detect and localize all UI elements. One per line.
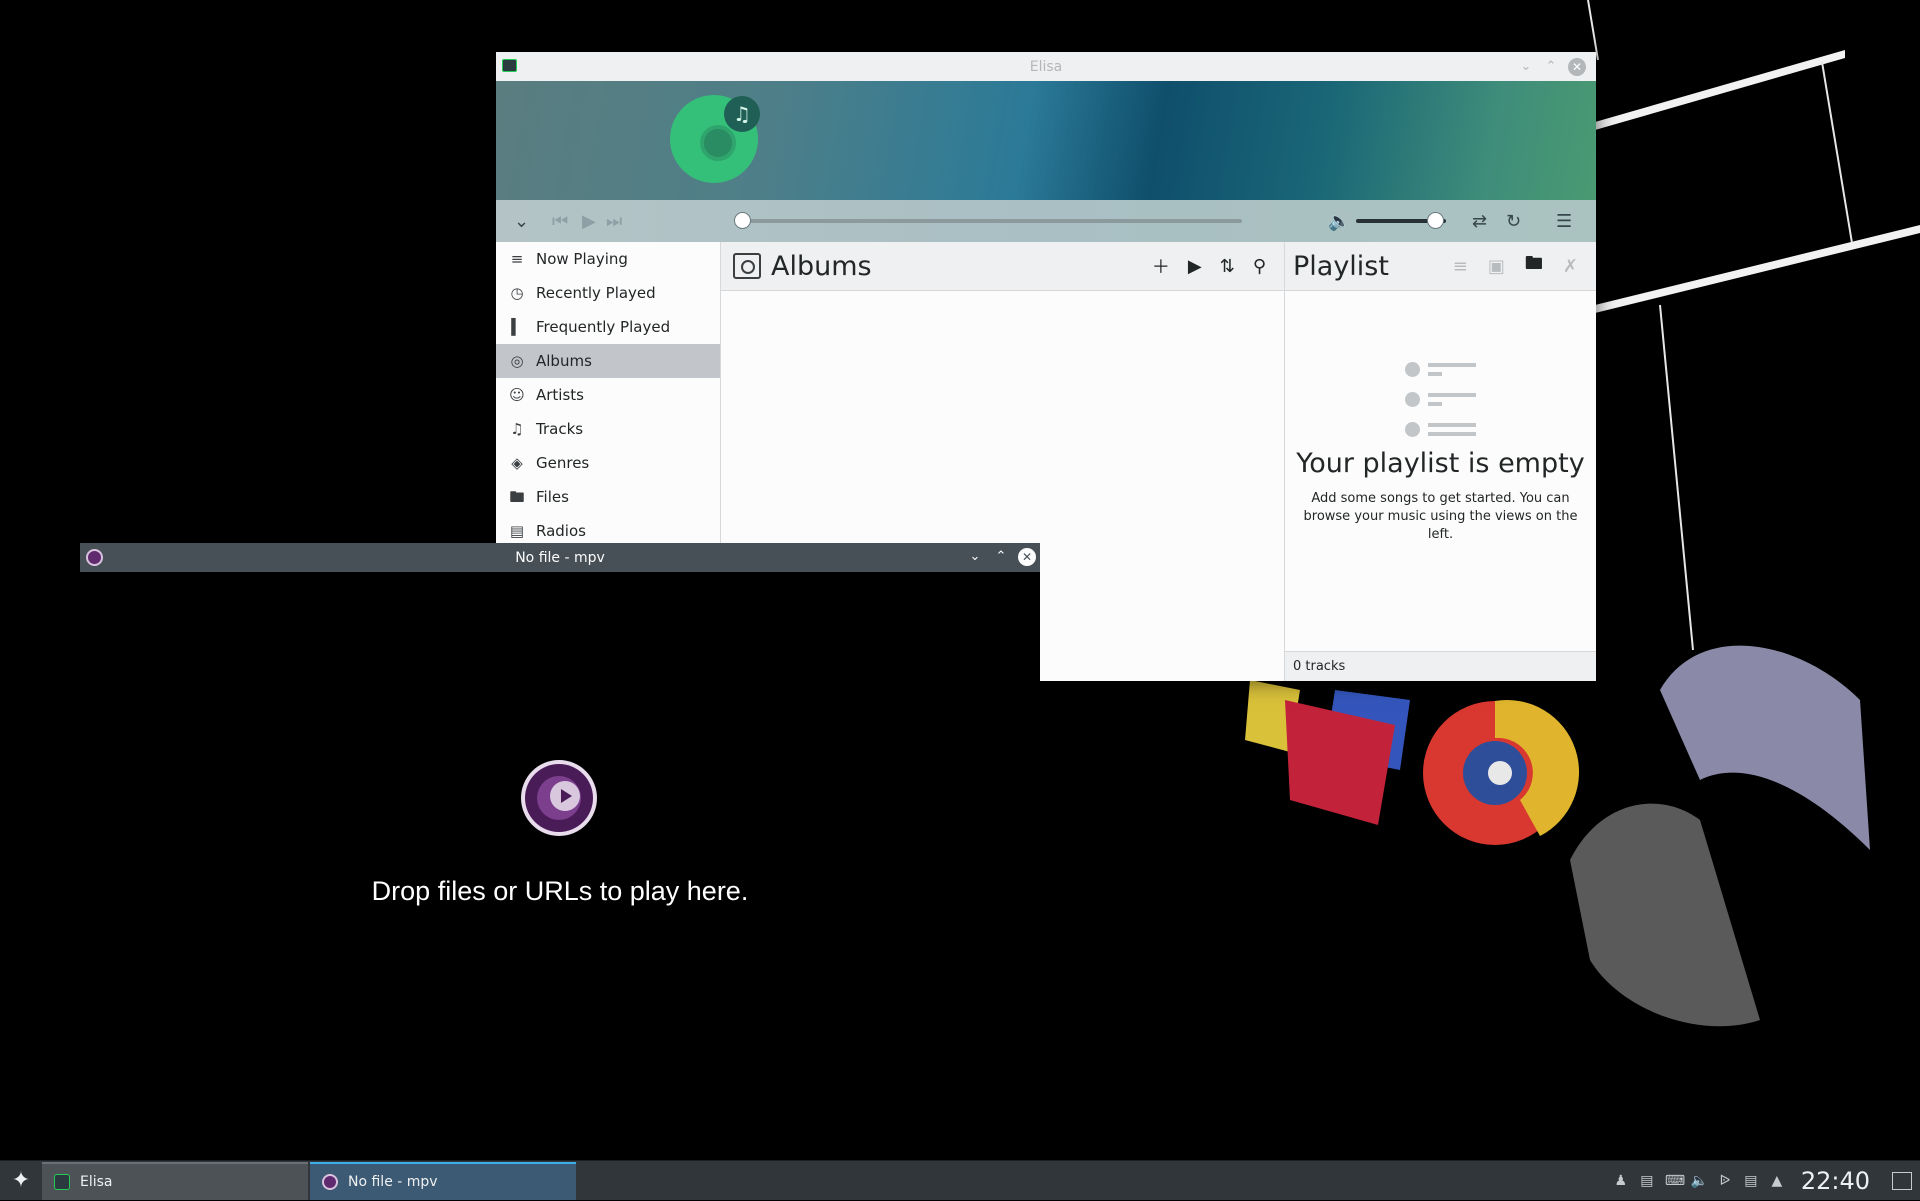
- nav-item-artists[interactable]: ☺ Artists: [496, 378, 720, 412]
- volume-icon[interactable]: 🔊: [1328, 211, 1350, 232]
- now-playing-header: ♫: [496, 81, 1596, 200]
- empty-playlist-subtitle: Add some songs to get started. You can b…: [1303, 491, 1578, 542]
- mpv-window: No file - mpv ⌄ ⌃ ✕ Drop files or URLs t…: [80, 543, 1040, 960]
- recent-icon: ◷: [510, 284, 524, 302]
- chevron-down-icon[interactable]: ⌄: [514, 211, 529, 232]
- nav-item-recently-played[interactable]: ◷ Recently Played: [496, 276, 720, 310]
- maximize-icon[interactable]: ⌃: [1543, 59, 1559, 75]
- nav-label: Radios: [536, 522, 586, 540]
- mpv-titlebar[interactable]: No file - mpv ⌄ ⌃ ✕: [80, 543, 1040, 572]
- mpv-video-area[interactable]: Drop files or URLs to play here.: [80, 572, 1040, 960]
- player-controls: ⌄ ⏮ ▶ ⏭ 🔊 ⇄ ↻ ☰: [496, 200, 1596, 242]
- sort-icon[interactable]: ⇅: [1220, 256, 1235, 277]
- nav-label: Frequently Played: [536, 318, 671, 336]
- albums-title: Albums: [771, 250, 872, 282]
- album-icon: ◎: [510, 352, 524, 370]
- nav-item-now-playing[interactable]: ≡ Now Playing: [496, 242, 720, 276]
- system-tray: ♟ ▤ ⌨ 🔈 ᐉ ▤ ▲ 22:40: [1613, 1167, 1920, 1195]
- show-current-icon[interactable]: ≡: [1453, 256, 1468, 277]
- nav-item-tracks[interactable]: ♫ Tracks: [496, 412, 720, 446]
- minimize-icon[interactable]: ⌄: [1518, 59, 1534, 75]
- music-note-icon: ♫: [724, 96, 760, 132]
- repeat-icon[interactable]: ↻: [1506, 211, 1521, 232]
- clipboard-icon[interactable]: ▤: [1639, 1173, 1655, 1189]
- play-icon[interactable]: ▶: [582, 211, 596, 232]
- nav-label: Albums: [536, 352, 592, 370]
- maximize-icon[interactable]: ⌃: [992, 548, 1010, 566]
- close-icon[interactable]: ✕: [1018, 548, 1036, 566]
- tray-expand-icon[interactable]: ▲: [1769, 1173, 1785, 1189]
- add-icon[interactable]: ＋: [1152, 253, 1170, 279]
- shuffle-icon[interactable]: ⇄: [1472, 211, 1487, 232]
- play-icon: [550, 781, 580, 811]
- taskbar: ✦ Elisa No file - mpv ♟ ▤ ⌨ 🔈 ᐉ ▤ ▲ 22:4…: [0, 1160, 1920, 1200]
- seek-slider[interactable]: [742, 219, 1242, 223]
- nav-label: Recently Played: [536, 284, 656, 302]
- nav-label: Now Playing: [536, 250, 628, 268]
- show-desktop-icon[interactable]: [1892, 1171, 1912, 1190]
- drop-files-message: Drop files or URLs to play here.: [371, 876, 749, 906]
- nav-item-frequently-played[interactable]: ▍ Frequently Played: [496, 310, 720, 344]
- task-mpv[interactable]: No file - mpv: [310, 1161, 576, 1200]
- minimize-icon[interactable]: ⌄: [966, 548, 984, 566]
- clock[interactable]: 22:40: [1801, 1167, 1870, 1195]
- window-title: No file - mpv: [515, 549, 605, 566]
- clear-playlist-icon[interactable]: ✗: [1563, 256, 1578, 277]
- nav-item-albums[interactable]: ◎ Albums: [496, 344, 720, 378]
- task-label: No file - mpv: [348, 1173, 438, 1190]
- playlist-panel: Playlist ≡ ▣ 🖿 ✗ Your playlist is empty …: [1285, 242, 1596, 681]
- elisa-app-icon: [502, 59, 517, 72]
- empty-playlist-icon: [1405, 354, 1485, 437]
- task-elisa[interactable]: Elisa: [42, 1161, 308, 1200]
- nav-item-genres[interactable]: ◈ Genres: [496, 446, 720, 480]
- nav-item-files[interactable]: 🖿 Files: [496, 480, 720, 514]
- keyboard-icon[interactable]: ⌨: [1665, 1173, 1685, 1189]
- elisa-titlebar[interactable]: Elisa ⌄ ⌃ ✕: [496, 52, 1596, 81]
- window-title: Elisa: [1029, 58, 1063, 75]
- play-all-icon[interactable]: ▶: [1188, 256, 1202, 277]
- artist-icon: ☺: [509, 386, 525, 404]
- track-count: 0 tracks: [1285, 651, 1596, 681]
- menu-icon[interactable]: ☰: [1556, 211, 1572, 232]
- frequent-icon: ▍: [511, 318, 523, 336]
- nav-label: Artists: [536, 386, 584, 404]
- nav-label: Files: [536, 488, 569, 506]
- bluetooth-icon[interactable]: ᐉ: [1717, 1173, 1733, 1189]
- close-icon[interactable]: ✕: [1568, 58, 1586, 76]
- nav-label: Tracks: [536, 420, 584, 438]
- playlist-header: Playlist ≡ ▣ 🖿 ✗: [1285, 242, 1596, 291]
- load-playlist-icon[interactable]: 🖿: [1525, 251, 1543, 281]
- folder-icon: 🖿: [509, 488, 525, 506]
- skip-previous-icon[interactable]: ⏮: [552, 211, 568, 232]
- nav-label: Genres: [536, 454, 590, 472]
- save-playlist-icon[interactable]: ▣: [1488, 256, 1505, 277]
- elisa-app-icon: [54, 1173, 70, 1190]
- volume-slider-handle[interactable]: [1427, 212, 1445, 229]
- search-icon[interactable]: ⚲: [1253, 256, 1266, 277]
- empty-playlist-title: Your playlist is empty: [1296, 448, 1585, 479]
- playlist-title: Playlist: [1293, 250, 1389, 282]
- track-icon: ♫: [510, 420, 524, 438]
- seek-slider-handle[interactable]: [734, 212, 751, 229]
- now-playing-icon: ≡: [510, 250, 524, 268]
- albums-header: Albums ＋ ▶ ⇅ ⚲: [721, 242, 1284, 291]
- radio-icon: ▤: [509, 522, 525, 540]
- network-icon[interactable]: ▤: [1743, 1173, 1759, 1189]
- mpv-app-icon: [322, 1173, 338, 1190]
- application-launcher-icon[interactable]: ✦: [0, 1161, 42, 1201]
- mpv-app-icon: [86, 549, 103, 566]
- volume-icon[interactable]: 🔈: [1691, 1173, 1708, 1189]
- genre-icon: ◈: [511, 454, 523, 472]
- task-label: Elisa: [80, 1173, 113, 1190]
- skip-next-icon[interactable]: ⏭: [606, 211, 622, 232]
- user-switch-icon[interactable]: ♟: [1613, 1173, 1629, 1189]
- album-icon: [733, 253, 761, 279]
